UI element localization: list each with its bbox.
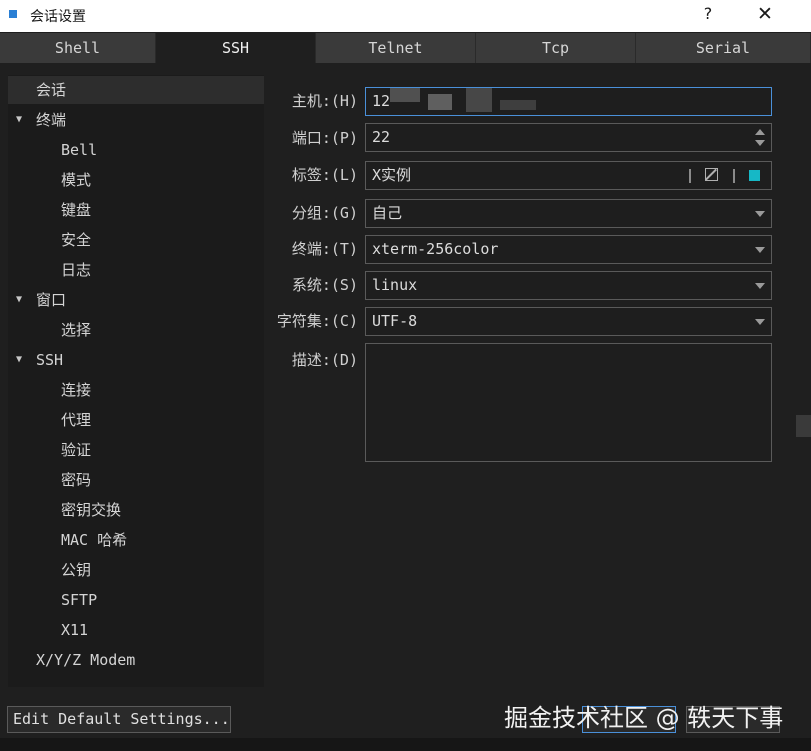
tab-serial[interactable]: Serial	[636, 33, 811, 63]
title-bar: 会话设置 ? ✕	[0, 0, 811, 32]
charset-select[interactable]: UTF-8	[365, 307, 772, 336]
app-icon	[9, 10, 17, 18]
tree-item-cipher[interactable]: 密码	[61, 466, 91, 494]
terminal-value: xterm-256color	[372, 240, 499, 258]
tab-telnet[interactable]: Telnet	[316, 33, 476, 63]
tree-item-selection[interactable]: 选择	[61, 316, 91, 344]
caret-down-icon[interactable]: ▼	[16, 106, 28, 134]
port-label: 端口:(P)	[291, 129, 358, 147]
desc-label: 描述:(D)	[291, 351, 358, 369]
tree-item-pubkey[interactable]: 公钥	[61, 556, 91, 584]
separator	[733, 169, 735, 183]
group-select[interactable]: 自己	[365, 199, 772, 228]
tree-item-session[interactable]: 会话	[8, 76, 264, 104]
protocol-tabs: Shell SSH Telnet Tcp Serial	[0, 33, 811, 63]
settings-tree: 会话 ▼ 终端 Bell 模式 键盘 安全 日志 ▼ 窗口 选择 ▼ SSH 连…	[8, 75, 264, 687]
charset-label: 字符集:(C)	[276, 312, 358, 330]
tag-input[interactable]: X实例	[365, 161, 772, 190]
tree-item-ssh[interactable]: SSH	[36, 346, 63, 374]
terminal-label: 终端:(T)	[291, 240, 358, 258]
tag-color-swatch[interactable]	[749, 170, 760, 181]
host-input[interactable]: 12	[365, 87, 772, 116]
tree-item-keyboard[interactable]: 键盘	[61, 196, 91, 224]
bottom-strip	[0, 738, 811, 751]
tree-item-window[interactable]: 窗口	[36, 286, 66, 314]
help-button[interactable]: ?	[694, 4, 722, 28]
chevron-down-icon	[755, 211, 765, 217]
chevron-down-icon	[755, 319, 765, 325]
tree-item-sftp[interactable]: SFTP	[61, 586, 97, 614]
port-value: 22	[372, 128, 391, 146]
terminal-select[interactable]: xterm-256color	[365, 235, 772, 264]
tree-item-mode[interactable]: 模式	[61, 166, 91, 194]
tree-item-mac[interactable]: MAC 哈希	[61, 526, 127, 554]
window-title: 会话设置	[30, 9, 86, 25]
tree-item-auth[interactable]: 验证	[61, 436, 91, 464]
desc-textarea[interactable]	[365, 343, 772, 462]
system-value: linux	[372, 276, 418, 294]
close-button[interactable]: ✕	[750, 3, 780, 29]
blur-mask	[500, 100, 536, 110]
spin-down-icon[interactable]	[755, 140, 765, 146]
spin-up-icon[interactable]	[755, 129, 765, 135]
tree-item-terminal[interactable]: 终端	[36, 106, 66, 134]
scrollbar-thumb[interactable]	[796, 415, 811, 437]
caret-down-icon[interactable]: ▼	[16, 346, 28, 374]
chevron-down-icon	[755, 283, 765, 289]
tree-item-bell[interactable]: Bell	[61, 136, 97, 164]
separator	[689, 169, 691, 183]
tag-label: 标签:(L)	[291, 166, 358, 184]
tree-item-x11[interactable]: X11	[61, 616, 88, 644]
edit-icon[interactable]	[705, 168, 718, 181]
system-label: 系统:(S)	[291, 276, 358, 294]
tree-item-proxy[interactable]: 代理	[61, 406, 91, 434]
system-select[interactable]: linux	[365, 271, 772, 300]
blur-mask	[428, 94, 452, 110]
port-stepper[interactable]: 22	[365, 123, 772, 152]
chevron-down-icon	[755, 247, 765, 253]
tree-item-security[interactable]: 安全	[61, 226, 91, 254]
charset-value: UTF-8	[372, 312, 418, 330]
blur-mask	[390, 88, 420, 102]
watermark: 掘金技术社区 @ 轶天下事	[504, 704, 784, 732]
tag-value: X实例	[372, 166, 412, 184]
host-label: 主机:(H)	[291, 92, 358, 110]
blur-mask	[466, 88, 492, 112]
tree-item-log[interactable]: 日志	[61, 256, 91, 284]
edit-default-settings-button[interactable]: Edit Default Settings...	[7, 706, 231, 733]
tab-shell[interactable]: Shell	[0, 33, 156, 63]
tab-ssh[interactable]: SSH	[156, 33, 316, 63]
tab-tcp[interactable]: Tcp	[476, 33, 636, 63]
tree-item-modem[interactable]: X/Y/Z Modem	[36, 646, 135, 674]
group-label: 分组:(G)	[291, 204, 358, 222]
host-value: 12	[372, 92, 391, 110]
caret-down-icon[interactable]: ▼	[16, 286, 28, 314]
group-value: 自己	[372, 204, 403, 222]
tree-item-connection[interactable]: 连接	[61, 376, 91, 404]
tree-item-kex[interactable]: 密钥交换	[61, 496, 121, 524]
